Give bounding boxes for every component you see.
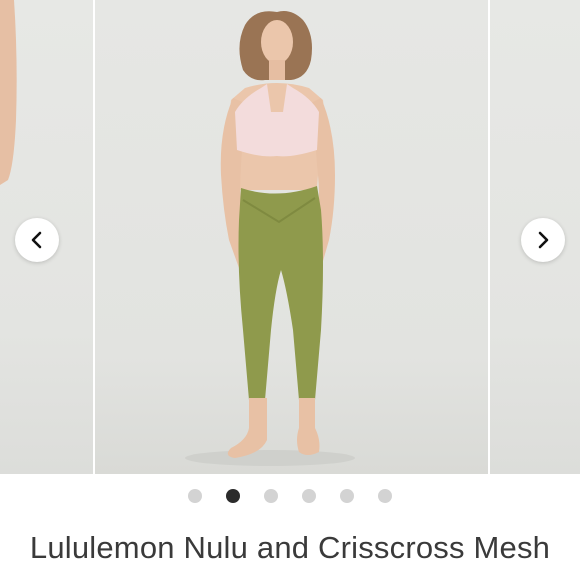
model-photo: [185, 11, 355, 466]
pagination-dot[interactable]: [302, 489, 316, 503]
image-carousel[interactable]: [0, 0, 580, 474]
pagination-dot[interactable]: [378, 489, 392, 503]
pagination-dot[interactable]: [340, 489, 354, 503]
next-image-button[interactable]: [521, 218, 565, 262]
chevron-left-icon: [31, 231, 42, 249]
pagination-dot[interactable]: [264, 489, 278, 503]
product-title: Lululemon Nulu and Crisscross Mesh: [29, 530, 551, 565]
previous-image-button[interactable]: [15, 218, 59, 262]
carousel-pagination: [0, 489, 580, 503]
main-slide-image: [95, 0, 488, 474]
chevron-right-icon: [538, 231, 549, 249]
pagination-dot[interactable]: [226, 489, 240, 503]
pagination-dot[interactable]: [188, 489, 202, 503]
